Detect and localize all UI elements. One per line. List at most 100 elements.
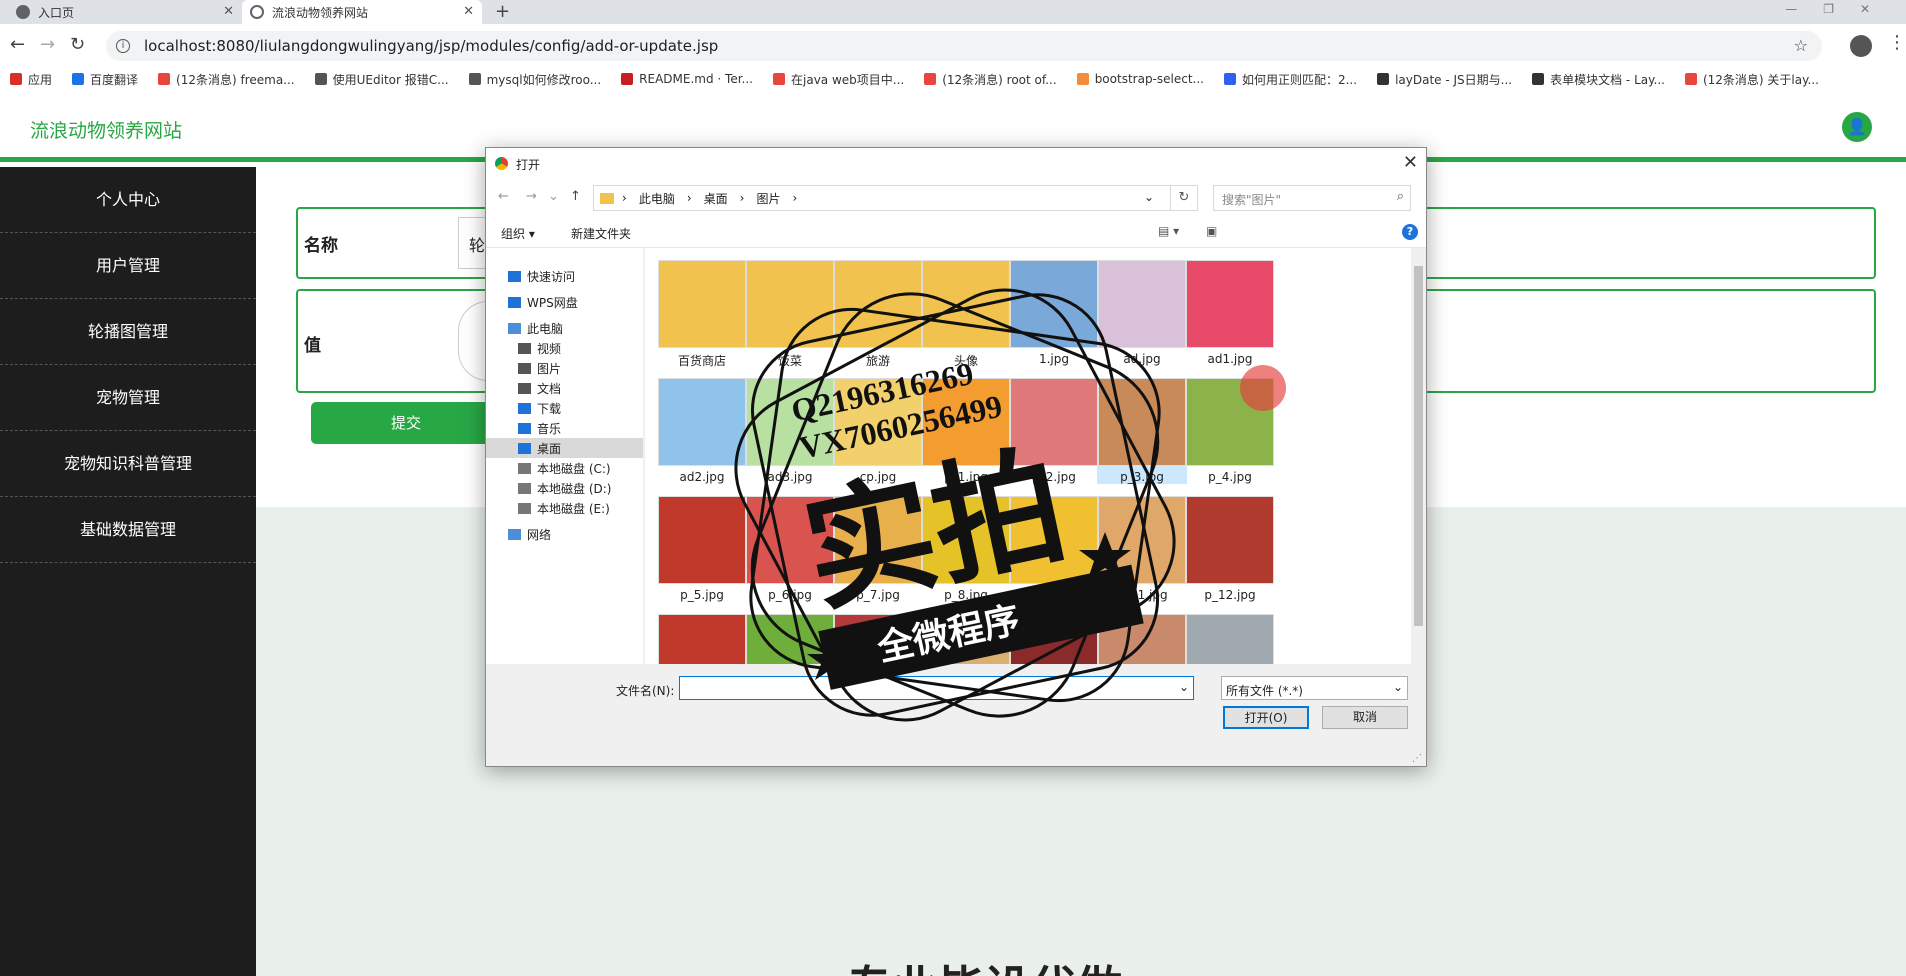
file-item[interactable]: ad1.jpg [1185, 260, 1275, 366]
scrollbar[interactable] [1411, 248, 1426, 664]
chevron-down-icon[interactable]: ⌄ [1144, 190, 1154, 204]
file-item[interactable] [1097, 614, 1187, 664]
file-item[interactable]: ad2.jpg [657, 378, 747, 484]
sidebar-item[interactable]: 轮播图管理 [0, 299, 256, 365]
filetype-select[interactable]: 所有文件 (*.*) ⌄ [1221, 676, 1408, 700]
image-upload[interactable] [458, 301, 488, 381]
file-item[interactable]: 旅游 [833, 260, 923, 369]
bookmark-item[interactable]: 使用UEditor 报错C... [314, 71, 449, 88]
organize-button[interactable]: 组织 ▾ [501, 225, 535, 242]
refresh-icon[interactable]: ↻ [1170, 185, 1198, 211]
view-icon[interactable]: ▤ ▾ [1158, 224, 1179, 238]
sidebar-item[interactable]: 宠物管理 [0, 365, 256, 431]
file-item[interactable]: 百货商店 [657, 260, 747, 369]
up-icon[interactable]: ↑ [570, 189, 581, 204]
close-icon[interactable]: ✕ [223, 4, 234, 19]
nav-item[interactable]: 网络 [486, 524, 643, 544]
file-item[interactable]: p_12.jpg [1185, 496, 1275, 602]
nav-item[interactable]: 本地磁盘 (C:) [486, 458, 643, 478]
cancel-button[interactable]: 取消 [1322, 706, 1408, 729]
file-item[interactable]: 头像 [921, 260, 1011, 369]
file-item[interactable] [1009, 614, 1099, 664]
chevron-down-icon[interactable]: ⌄ [1179, 680, 1189, 694]
forward-icon[interactable]: → [40, 34, 55, 55]
profile-icon[interactable] [1850, 35, 1872, 57]
sidebar-item[interactable]: 宠物知识科普管理 [0, 431, 256, 497]
nav-item[interactable]: 图片 [486, 358, 643, 378]
nav-item[interactable]: 本地磁盘 (D:) [486, 478, 643, 498]
nav-item[interactable]: 视频 [486, 338, 643, 358]
bookmark-item[interactable]: bootstrap-select... [1076, 72, 1204, 86]
close-icon[interactable]: ✕ [1403, 152, 1418, 173]
nav-item[interactable]: 此电脑 [486, 318, 643, 338]
breadcrumb-item[interactable]: 此电脑 [639, 190, 675, 207]
file-item[interactable] [657, 614, 747, 664]
bookmark-item[interactable]: README.md · Ter... [621, 72, 753, 86]
browser-tab-entry[interactable]: 入口页 ✕ [8, 0, 242, 24]
file-item[interactable] [833, 614, 923, 664]
search-input[interactable]: 搜索"图片" ⌕ [1213, 185, 1411, 211]
nav-item[interactable]: 快速访问 [486, 266, 643, 286]
nav-item[interactable]: 音乐 [486, 418, 643, 438]
file-item[interactable]: p_2.jpg [1009, 378, 1099, 484]
file-item[interactable]: 1.jpg [1009, 260, 1099, 366]
bookmark-item[interactable]: (12条消息) root of... [924, 71, 1057, 88]
menu-icon[interactable]: ⋮ [1888, 32, 1906, 53]
file-item[interactable]: p_6.jpg [745, 496, 835, 602]
bookmark-item[interactable]: 应用 [10, 71, 52, 88]
breadcrumb[interactable]: › 此电脑 › 桌面 › 图片 › ⌄ [593, 185, 1171, 211]
file-item[interactable]: p_8.jpg [921, 496, 1011, 602]
preview-pane-icon[interactable]: ▣ [1206, 224, 1217, 238]
nav-item[interactable]: 桌面 [486, 438, 643, 458]
star-icon[interactable]: ☆ [1794, 36, 1808, 55]
file-item[interactable]: p_11.jpg [1097, 496, 1187, 602]
submit-button[interactable]: 提交 [311, 402, 501, 444]
file-item[interactable] [745, 614, 835, 664]
file-item[interactable]: p_3.jpg [1097, 378, 1187, 484]
info-icon[interactable]: i [116, 39, 130, 53]
nav-item[interactable]: 本地磁盘 (E:) [486, 498, 643, 518]
resize-grip-icon[interactable]: ⋰ [1412, 753, 1422, 764]
user-icon[interactable]: 👤 [1842, 112, 1872, 142]
help-icon[interactable]: ? [1402, 224, 1418, 240]
scrollbar-thumb[interactable] [1414, 266, 1423, 626]
nav-item[interactable]: WPS网盘 [486, 292, 643, 312]
breadcrumb-item[interactable]: 桌面 [704, 190, 728, 207]
file-item[interactable]: ad.jpg [1097, 260, 1187, 366]
file-item[interactable]: cp.jpg [833, 378, 923, 484]
address-bar[interactable]: i localhost:8080/liulangdongwulingyang/j… [106, 31, 1822, 61]
file-item[interactable]: p_7.jpg [833, 496, 923, 602]
back-icon[interactable]: ← [498, 189, 509, 204]
breadcrumb-item[interactable]: 图片 [756, 190, 780, 207]
file-item[interactable]: p_1.jpg [921, 378, 1011, 484]
window-controls[interactable]: —❐✕ [1785, 2, 1896, 16]
browser-tab-site[interactable]: 流浪动物领养网站 ✕ [242, 0, 482, 24]
chevron-down-icon[interactable]: ⌄ [548, 189, 559, 204]
back-icon[interactable]: ← [10, 34, 25, 55]
bookmark-item[interactable]: (12条消息) freema... [158, 71, 295, 88]
file-item[interactable]: p_9.jpg [1009, 496, 1099, 602]
bookmark-item[interactable]: 表单模块文档 - Lay... [1532, 71, 1665, 88]
bookmark-item[interactable]: 百度翻译 [72, 71, 138, 88]
file-item[interactable]: p_5.jpg [657, 496, 747, 602]
reload-icon[interactable]: ↻ [70, 34, 85, 55]
new-tab-button[interactable]: + [495, 0, 510, 24]
file-item[interactable] [1185, 614, 1275, 664]
bookmark-item[interactable]: 在java web项目中... [773, 71, 904, 88]
sidebar-item[interactable]: 基础数据管理 [0, 497, 256, 563]
bookmark-item[interactable]: (12条消息) 关于lay... [1684, 71, 1819, 88]
filename-input[interactable]: ⌄ [679, 676, 1194, 700]
sidebar-item[interactable]: 用户管理 [0, 233, 256, 299]
bookmark-item[interactable]: layDate - JS日期与... [1377, 71, 1512, 88]
close-icon[interactable]: ✕ [463, 4, 474, 19]
file-item[interactable]: 饭菜 [745, 260, 835, 369]
bookmark-item[interactable]: 如何用正则匹配：2... [1223, 71, 1357, 88]
file-item[interactable] [921, 614, 1011, 664]
open-button[interactable]: 打开(O) [1223, 706, 1309, 729]
file-item[interactable]: ad3.jpg [745, 378, 835, 484]
new-folder-button[interactable]: 新建文件夹 [571, 225, 631, 242]
nav-item[interactable]: 下载 [486, 398, 643, 418]
bookmark-item[interactable]: mysql如何修改roo... [468, 71, 601, 88]
nav-item[interactable]: 文档 [486, 378, 643, 398]
sidebar-item[interactable]: 个人中心 [0, 167, 256, 233]
